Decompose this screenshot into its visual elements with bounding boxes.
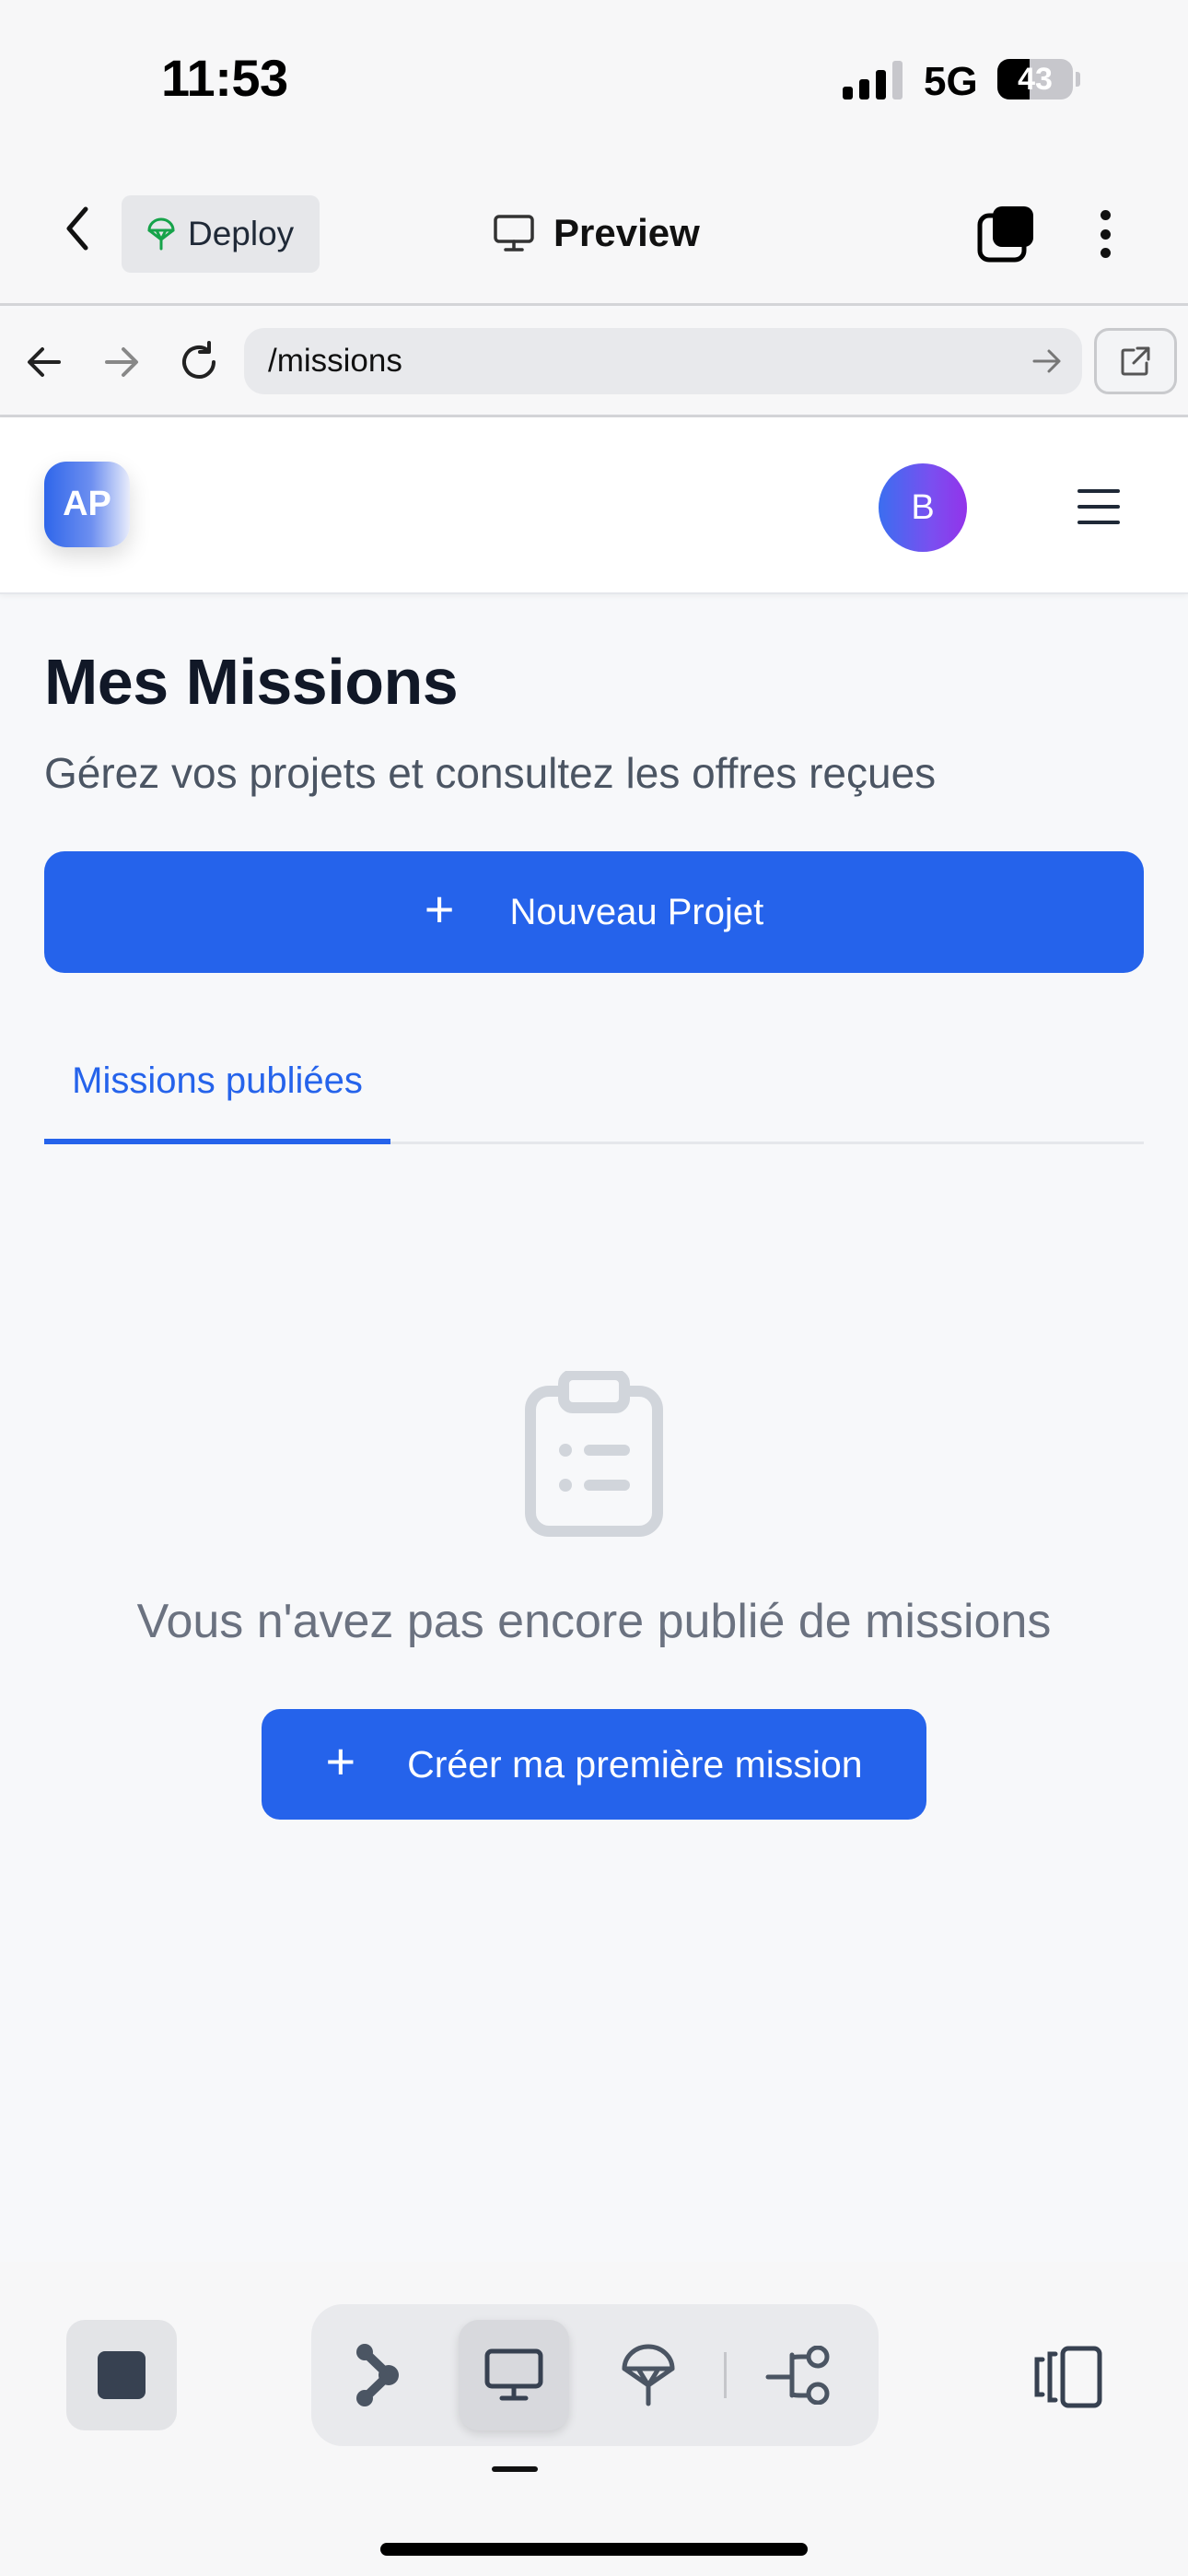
tab-label: Missions publiées [72, 1060, 363, 1101]
open-external-button[interactable] [1094, 328, 1177, 394]
create-first-mission-button[interactable]: + Créer ma première mission [262, 1709, 926, 1820]
arrow-left-icon [28, 347, 61, 377]
stop-icon [98, 2351, 146, 2399]
deploy-button[interactable]: Deploy [122, 195, 320, 273]
new-project-button[interactable]: + Nouveau Projet [44, 851, 1144, 973]
bottom-toolbar [0, 2262, 1188, 2576]
reload-button[interactable] [171, 334, 227, 390]
avatar-initial: B [911, 487, 935, 527]
preview-tab[interactable]: Preview [493, 201, 700, 265]
tool-group [311, 2304, 879, 2446]
git-tool-button[interactable] [744, 2320, 855, 2430]
deploy-parachute-icon [622, 2344, 675, 2406]
browser-forward-button[interactable] [94, 334, 149, 390]
home-indicator [380, 2543, 808, 2556]
toolbar-divider [724, 2352, 727, 2398]
back-button[interactable] [51, 201, 106, 256]
logo[interactable]: AP [44, 462, 130, 547]
clipboard-icon [525, 1371, 663, 1537]
external-link-icon [1121, 346, 1150, 376]
network-type: 5G [924, 59, 978, 104]
stop-button[interactable] [66, 2320, 177, 2430]
deploy-tool-button[interactable] [593, 2320, 704, 2430]
active-tool-indicator [492, 2466, 538, 2472]
battery-icon: 43 [997, 59, 1080, 100]
cellular-signal-icon [843, 61, 903, 100]
plus-icon: + [325, 1732, 356, 1790]
deploy-parachute-icon [147, 217, 175, 251]
reload-icon [182, 341, 215, 379]
page-subtitle: Gérez vos projets et consultez les offre… [44, 749, 937, 797]
empty-state-message: Vous n'avez pas encore publié de mission… [136, 1595, 1052, 1648]
mission-tabs: Missions publiées [44, 1023, 1144, 1144]
url-input[interactable]: /missions [244, 328, 1082, 394]
tab-published-missions[interactable]: Missions publiées [44, 1023, 390, 1144]
monitor-icon [484, 2348, 543, 2401]
status-bar: 11:53 5G 43 [0, 0, 1188, 157]
hamburger-icon[interactable] [1077, 489, 1120, 524]
agent-tool-button[interactable] [322, 2320, 433, 2430]
app-header: Deploy Preview [0, 157, 1188, 306]
arrow-right-icon [105, 347, 138, 377]
preview-tool-button[interactable] [459, 2320, 569, 2430]
monitor-icon [494, 215, 534, 252]
browser-back-button[interactable] [17, 334, 72, 390]
avatar[interactable]: B [879, 463, 967, 552]
new-project-label: Nouveau Projet [509, 891, 764, 932]
logo-text: AP [63, 485, 111, 523]
preview-label: Preview [553, 211, 700, 254]
arrow-right-icon[interactable] [1031, 345, 1064, 378]
agent-icon [356, 2344, 399, 2406]
deploy-label: Deploy [188, 215, 295, 252]
url-text: /missions [268, 343, 402, 379]
page-title: Mes Missions [44, 646, 459, 718]
create-first-mission-label: Créer ma première mission [407, 1742, 863, 1786]
status-time: 11:53 [161, 49, 288, 107]
tabs-icon[interactable] [976, 205, 1035, 263]
git-branch-icon [765, 2346, 830, 2405]
chevron-left-icon [66, 206, 88, 251]
battery-level: 43 [1018, 62, 1053, 97]
plus-icon: + [424, 880, 455, 938]
device-preview-icon[interactable] [1031, 2345, 1105, 2409]
site-navbar: AP B [0, 417, 1188, 594]
more-vertical-icon[interactable] [1087, 205, 1124, 263]
browser-bar: /missions [0, 309, 1188, 417]
